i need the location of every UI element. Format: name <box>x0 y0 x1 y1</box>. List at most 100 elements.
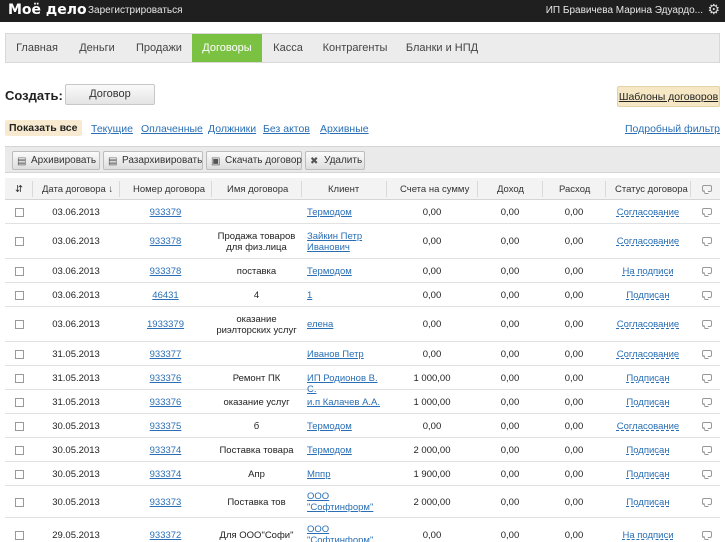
delete-button[interactable]: ✖ Удалить <box>305 151 365 170</box>
contract-number-link[interactable]: 933374 <box>120 469 211 480</box>
comment-icon[interactable] <box>702 446 712 453</box>
comment-icon[interactable] <box>702 350 712 357</box>
nav-contracts[interactable]: Договоры <box>192 34 262 62</box>
client-link[interactable]: Термодом <box>307 445 387 456</box>
client-link[interactable]: и.п Калачев А.А. <box>307 397 387 408</box>
contract-number-link[interactable]: 933373 <box>120 497 211 508</box>
contract-number-link[interactable]: 933376 <box>120 397 211 408</box>
row-checkbox[interactable] <box>15 470 24 479</box>
col-income[interactable]: Доход <box>497 184 524 195</box>
comment-icon[interactable] <box>702 398 712 405</box>
row-checkbox[interactable] <box>15 422 24 431</box>
filter-current[interactable]: Текущие <box>91 123 133 135</box>
row-checkbox[interactable] <box>15 531 24 540</box>
table-row[interactable]: 03.06.2013 1933379 оказание риэлторских … <box>5 307 720 342</box>
row-checkbox[interactable] <box>15 208 24 217</box>
col-expense[interactable]: Расход <box>559 184 590 195</box>
contract-status[interactable]: Согласование <box>606 349 690 360</box>
contract-number-link[interactable]: 933377 <box>120 349 211 360</box>
col-bills[interactable]: Счета на сумму <box>400 184 469 195</box>
register-link[interactable]: Зарегистрироваться <box>88 5 183 16</box>
contract-status[interactable]: Подписан <box>606 445 690 456</box>
table-row[interactable]: 31.05.2013 933376 оказание услуг и.п Кал… <box>5 390 720 414</box>
contract-number-link[interactable]: 933374 <box>120 445 211 456</box>
contract-number-link[interactable]: 46431 <box>120 290 211 301</box>
contract-templates-button[interactable]: Шаблоны договоров <box>617 86 720 107</box>
col-status[interactable]: Статус договора <box>615 184 688 195</box>
download-contract-button[interactable]: ▣ Скачать договор <box>206 151 302 170</box>
table-row[interactable]: 03.06.2013 933379 Термодом 0,00 0,00 0,0… <box>5 200 720 224</box>
row-checkbox[interactable] <box>15 374 24 383</box>
filter-archive[interactable]: Архивные <box>320 123 369 135</box>
client-link[interactable]: Иванов Петр <box>307 349 387 360</box>
app-logo[interactable]: Моё дело <box>8 2 87 18</box>
client-link[interactable]: Термодом <box>307 266 387 277</box>
row-checkbox[interactable] <box>15 498 24 507</box>
comment-icon[interactable] <box>702 267 712 274</box>
nav-home[interactable]: Главная <box>6 34 68 62</box>
col-date[interactable]: Дата договора ↓ <box>42 184 113 195</box>
filter-show-all[interactable]: Показать все <box>5 120 82 136</box>
filter-no-acts[interactable]: Без актов <box>263 123 310 135</box>
contract-number-link[interactable]: 933378 <box>120 266 211 277</box>
client-link[interactable]: Термодом <box>307 421 387 432</box>
col-number[interactable]: Номер договора <box>133 184 205 195</box>
table-row[interactable]: 30.05.2013 933373 Поставка тов ООО "Софт… <box>5 486 720 518</box>
table-row[interactable]: 03.06.2013 933378 Продажа товаров для фи… <box>5 224 720 259</box>
table-row[interactable]: 03.06.2013 46431 4 1 0,00 0,00 0,00 Подп… <box>5 283 720 307</box>
unarchive-button[interactable]: ▤ Разархивировать <box>103 151 203 170</box>
nav-forms[interactable]: Бланки и НПД <box>396 34 488 62</box>
client-link[interactable]: Зайкин Петр Иванович <box>307 231 369 253</box>
table-row[interactable]: 03.06.2013 933378 поставка Термодом 0,00… <box>5 259 720 283</box>
client-link[interactable]: ООО "Софтинформ" <box>307 524 373 542</box>
client-link[interactable]: Мппр <box>307 469 387 480</box>
row-checkbox[interactable] <box>15 446 24 455</box>
table-row[interactable]: 30.05.2013 933375 б Термодом 0,00 0,00 0… <box>5 414 720 438</box>
row-checkbox[interactable] <box>15 350 24 359</box>
user-name[interactable]: ИП Бравичева Марина Эдуардо... <box>546 5 703 16</box>
contract-status[interactable]: Подписан <box>606 397 690 408</box>
nav-cash[interactable]: Касса <box>262 34 314 62</box>
table-row[interactable]: 31.05.2013 933376 Ремонт ПК ИП Родионов … <box>5 366 720 395</box>
table-row[interactable]: 31.05.2013 933377 Иванов Петр 0,00 0,00 … <box>5 342 720 366</box>
comment-icon[interactable] <box>702 291 712 298</box>
comment-icon[interactable] <box>702 320 712 327</box>
contract-status[interactable]: Подписан <box>606 497 690 508</box>
table-row[interactable]: 29.05.2013 933372 Для ООО"Софи" ООО "Соф… <box>5 518 720 542</box>
contract-number-link[interactable]: 933379 <box>120 207 211 218</box>
contract-status[interactable]: Подписан <box>606 469 690 480</box>
advanced-filter-link[interactable]: Подробный фильтр <box>625 123 720 135</box>
table-row[interactable]: 30.05.2013 933374 Поставка товара Термод… <box>5 438 720 462</box>
contract-status[interactable]: Согласование <box>606 207 690 218</box>
contract-status[interactable]: На подписи <box>606 266 690 277</box>
archive-button[interactable]: ▤ Архивировать <box>12 151 100 170</box>
table-row[interactable]: 30.05.2013 933374 Апр Мппр 1 900,00 0,00… <box>5 462 720 486</box>
contract-number-link[interactable]: 1933379 <box>120 319 211 330</box>
contract-status[interactable]: На подписи <box>606 530 690 541</box>
col-client[interactable]: Клиент <box>328 184 359 195</box>
row-checkbox[interactable] <box>15 320 24 329</box>
filter-debtors[interactable]: Должники <box>208 123 256 135</box>
comment-icon[interactable] <box>702 531 712 538</box>
col-name[interactable]: Имя договора <box>227 184 288 195</box>
sort-settings-icon[interactable]: ⇵ <box>15 184 23 195</box>
contract-number-link[interactable]: 933372 <box>120 530 211 541</box>
row-checkbox[interactable] <box>15 398 24 407</box>
row-checkbox[interactable] <box>15 237 24 246</box>
contract-status[interactable]: Согласование <box>606 236 690 247</box>
contract-status[interactable]: Согласование <box>606 421 690 432</box>
row-checkbox[interactable] <box>15 267 24 276</box>
client-link[interactable]: ООО "Софтинформ" <box>307 491 373 513</box>
comment-icon[interactable] <box>702 470 712 477</box>
comment-icon[interactable] <box>702 374 712 381</box>
row-checkbox[interactable] <box>15 291 24 300</box>
contract-status[interactable]: Подписан <box>606 373 690 384</box>
create-contract-button[interactable]: Договор <box>65 84 155 105</box>
comment-icon[interactable] <box>702 498 712 505</box>
comment-icon[interactable] <box>702 422 712 429</box>
client-link[interactable]: Термодом <box>307 207 387 218</box>
client-link[interactable]: елена <box>307 319 387 330</box>
nav-counterparties[interactable]: Контрагенты <box>314 34 396 62</box>
gear-icon[interactable]: ⚙ <box>707 1 720 18</box>
nav-money[interactable]: Деньги <box>68 34 126 62</box>
